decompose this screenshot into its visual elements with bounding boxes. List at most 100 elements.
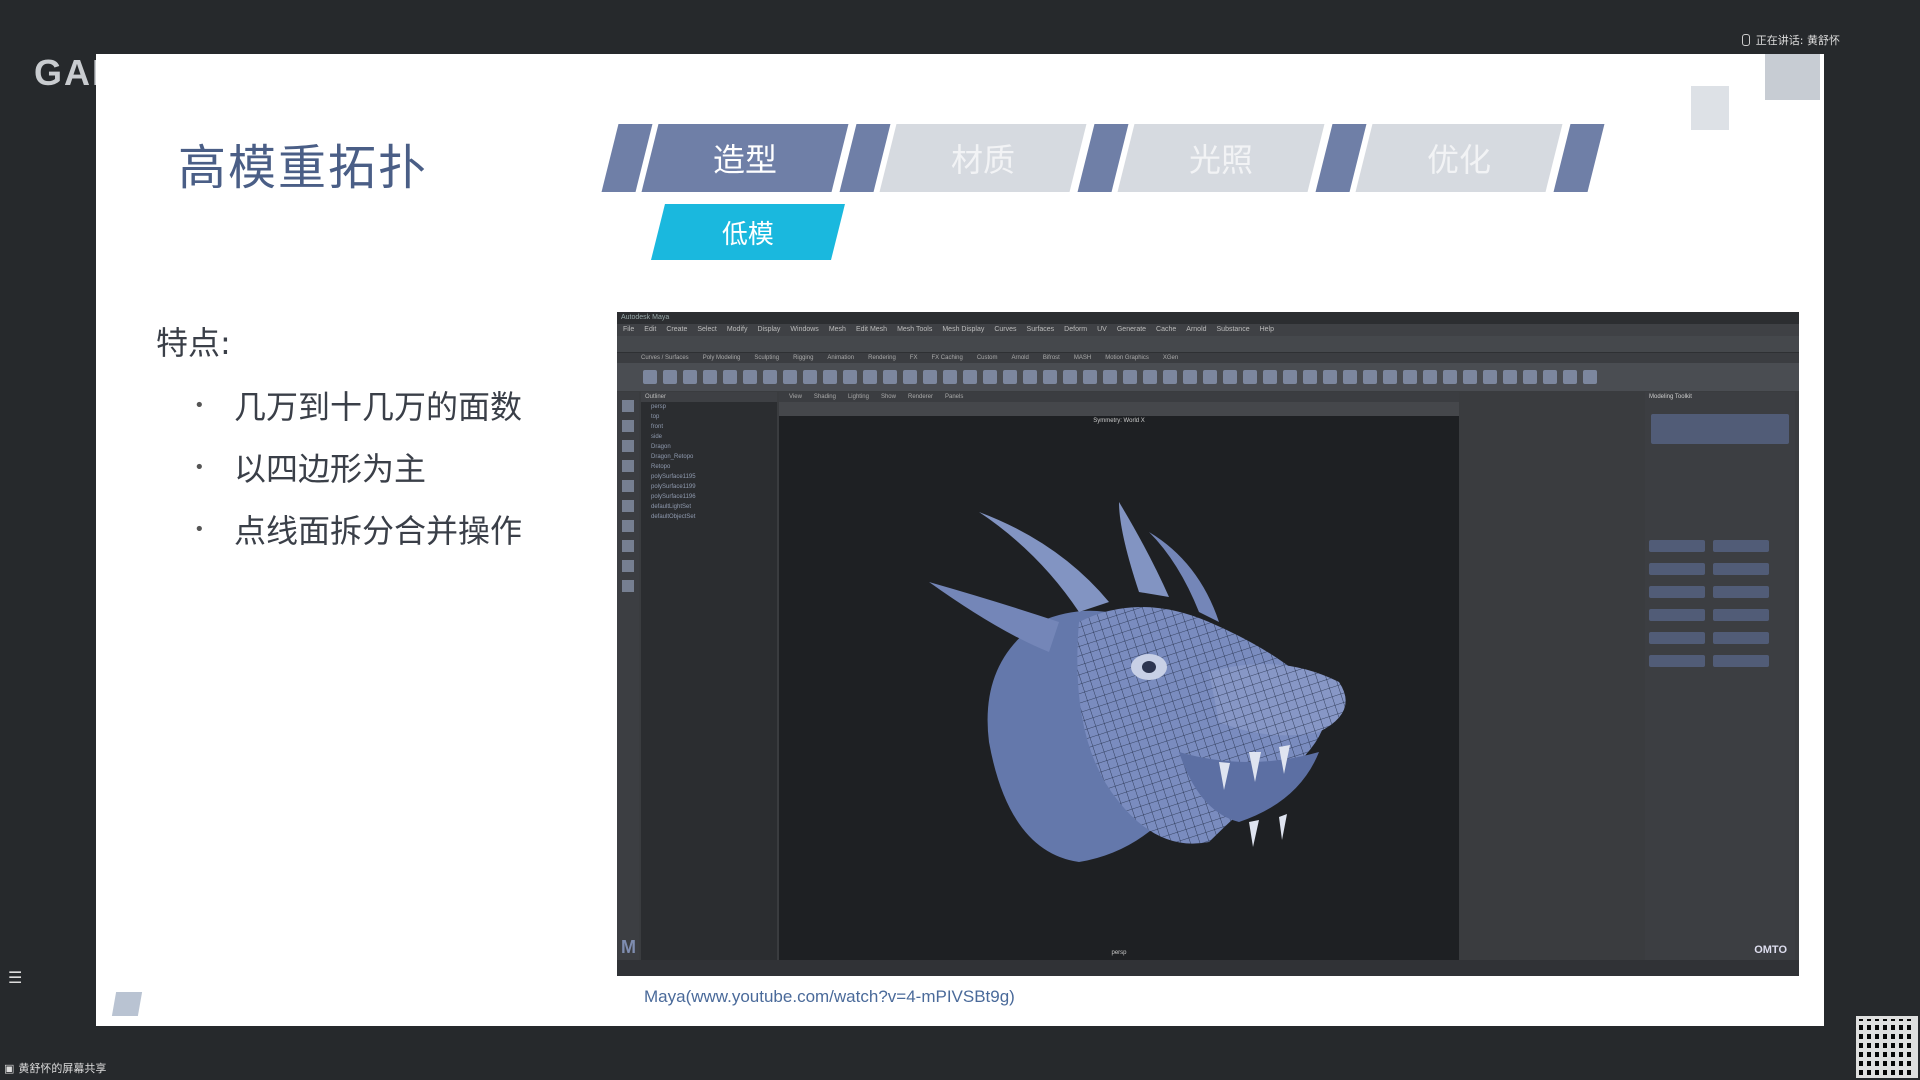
tab-material[interactable]: 材质 bbox=[879, 124, 1087, 192]
maya-menu-item[interactable]: Deform bbox=[1064, 324, 1087, 336]
maya-shelf-tab[interactable]: Custom bbox=[977, 353, 998, 363]
maya-menu-item[interactable]: UV bbox=[1097, 324, 1107, 336]
shelf-tool-icon[interactable] bbox=[1523, 370, 1537, 384]
shelf-tool-icon[interactable] bbox=[1063, 370, 1077, 384]
outliner-item[interactable]: Dragon bbox=[641, 442, 777, 452]
shelf-tool-icon[interactable] bbox=[1283, 370, 1297, 384]
viewport-menu-item[interactable]: View bbox=[789, 392, 802, 402]
viewport-menu-item[interactable]: Panels bbox=[945, 392, 963, 402]
shelf-tool-icon[interactable] bbox=[1343, 370, 1357, 384]
tab-optimization[interactable]: 优化 bbox=[1355, 124, 1563, 192]
outliner-item[interactable]: persp bbox=[641, 402, 777, 412]
outliner-item[interactable]: Retopo bbox=[641, 462, 777, 472]
maya-menu-item[interactable]: Windows bbox=[790, 324, 818, 336]
shelf-tool-icon[interactable] bbox=[1103, 370, 1117, 384]
shelf-tool-icon[interactable] bbox=[1243, 370, 1257, 384]
shelf-tool-icon[interactable] bbox=[1583, 370, 1597, 384]
shelf-tool-icon[interactable] bbox=[1143, 370, 1157, 384]
shelf-tool-icon[interactable] bbox=[1023, 370, 1037, 384]
shelf-tool-icon[interactable] bbox=[1463, 370, 1477, 384]
maya-shelf-tab[interactable]: FX bbox=[910, 353, 918, 363]
viewport-menu-item[interactable]: Renderer bbox=[908, 392, 933, 402]
shelf-tool-icon[interactable] bbox=[783, 370, 797, 384]
shelf-tool-icon[interactable] bbox=[1183, 370, 1197, 384]
viewport-menu-item[interactable]: Show bbox=[881, 392, 896, 402]
shelf-tool-icon[interactable] bbox=[1363, 370, 1377, 384]
shelf-tool-icon[interactable] bbox=[963, 370, 977, 384]
maya-shelf-tab[interactable]: Arnold bbox=[1012, 353, 1029, 363]
shelf-tool-icon[interactable] bbox=[1403, 370, 1417, 384]
maya-menu-item[interactable]: Mesh Tools bbox=[897, 324, 932, 336]
maya-shelf-tab[interactable]: FX Caching bbox=[931, 353, 962, 363]
shelf-tool-icon[interactable] bbox=[843, 370, 857, 384]
outliner-item[interactable]: side bbox=[641, 432, 777, 442]
shelf-tool-icon[interactable] bbox=[723, 370, 737, 384]
shelf-tool-icon[interactable] bbox=[1083, 370, 1097, 384]
shelf-tool-icon[interactable] bbox=[943, 370, 957, 384]
outliner-item[interactable]: Dragon_Retopo bbox=[641, 452, 777, 462]
shelf-tool-icon[interactable] bbox=[763, 370, 777, 384]
maya-menu-item[interactable]: Substance bbox=[1217, 324, 1250, 336]
shelf-tool-icon[interactable] bbox=[863, 370, 877, 384]
outliner-item[interactable]: polySurface1199 bbox=[641, 482, 777, 492]
maya-menu-item[interactable]: Select bbox=[697, 324, 716, 336]
maya-shelf-tab[interactable]: Rigging bbox=[793, 353, 813, 363]
shelf-tool-icon[interactable] bbox=[663, 370, 677, 384]
maya-shelf-tab[interactable]: XGen bbox=[1163, 353, 1178, 363]
shelf-tool-icon[interactable] bbox=[1443, 370, 1457, 384]
shelf-tool-icon[interactable] bbox=[1163, 370, 1177, 384]
shelf-tool-icon[interactable] bbox=[743, 370, 757, 384]
shelf-tool-icon[interactable] bbox=[903, 370, 917, 384]
viewport-menu-item[interactable]: Lighting bbox=[848, 392, 869, 402]
outliner-item[interactable]: front bbox=[641, 422, 777, 432]
shelf-tool-icon[interactable] bbox=[883, 370, 897, 384]
maya-shelf-tab[interactable]: MASH bbox=[1074, 353, 1091, 363]
shelf-tool-icon[interactable] bbox=[1223, 370, 1237, 384]
maya-menu-item[interactable]: Arnold bbox=[1186, 324, 1206, 336]
maya-menu-item[interactable]: Mesh bbox=[829, 324, 846, 336]
maya-menu-item[interactable]: Curves bbox=[994, 324, 1016, 336]
maya-shelf-tab[interactable]: Poly Modeling bbox=[703, 353, 741, 363]
shelf-tool-icon[interactable] bbox=[1503, 370, 1517, 384]
outliner-item[interactable]: polySurface1196 bbox=[641, 492, 777, 502]
outliner-item[interactable]: polySurface1195 bbox=[641, 472, 777, 482]
viewport-menu-item[interactable]: Shading bbox=[814, 392, 836, 402]
maya-shelf-tab[interactable]: Motion Graphics bbox=[1105, 353, 1149, 363]
maya-shelf-tab[interactable]: Sculpting bbox=[754, 353, 779, 363]
subtab-low-poly[interactable]: 低模 bbox=[651, 204, 845, 260]
tab-lighting[interactable]: 光照 bbox=[1117, 124, 1325, 192]
outliner-item[interactable]: defaultLightSet bbox=[641, 502, 777, 512]
maya-menu-item[interactable]: Generate bbox=[1117, 324, 1146, 336]
shelf-tool-icon[interactable] bbox=[1263, 370, 1277, 384]
shelf-tool-icon[interactable] bbox=[703, 370, 717, 384]
shelf-tool-icon[interactable] bbox=[803, 370, 817, 384]
maya-menu-item[interactable]: Help bbox=[1260, 324, 1274, 336]
shelf-tool-icon[interactable] bbox=[1323, 370, 1337, 384]
shelf-tool-icon[interactable] bbox=[1383, 370, 1397, 384]
maya-shelf-tab[interactable]: Bifrost bbox=[1043, 353, 1060, 363]
maya-menu-item[interactable]: Edit Mesh bbox=[856, 324, 887, 336]
shelf-tool-icon[interactable] bbox=[1563, 370, 1577, 384]
maya-shelf-tab[interactable]: Rendering bbox=[868, 353, 896, 363]
shelf-tool-icon[interactable] bbox=[923, 370, 937, 384]
list-menu-icon[interactable]: ☰ bbox=[8, 968, 22, 987]
maya-menu-item[interactable]: Modify bbox=[727, 324, 748, 336]
maya-menu-item[interactable]: Surfaces bbox=[1027, 324, 1055, 336]
maya-menu-item[interactable]: Edit bbox=[644, 324, 656, 336]
maya-menu-item[interactable]: Display bbox=[757, 324, 780, 336]
tab-modeling[interactable]: 造型 bbox=[641, 124, 849, 192]
shelf-tool-icon[interactable] bbox=[1003, 370, 1017, 384]
shelf-tool-icon[interactable] bbox=[1123, 370, 1137, 384]
outliner-item[interactable]: top bbox=[641, 412, 777, 422]
shelf-tool-icon[interactable] bbox=[1483, 370, 1497, 384]
maya-menu-item[interactable]: Create bbox=[666, 324, 687, 336]
shelf-tool-icon[interactable] bbox=[1043, 370, 1057, 384]
maya-menu-item[interactable]: Cache bbox=[1156, 324, 1176, 336]
maya-menu-item[interactable]: Mesh Display bbox=[942, 324, 984, 336]
shelf-tool-icon[interactable] bbox=[1303, 370, 1317, 384]
maya-menu-item[interactable]: File bbox=[623, 324, 634, 336]
shelf-tool-icon[interactable] bbox=[643, 370, 657, 384]
shelf-tool-icon[interactable] bbox=[1543, 370, 1557, 384]
shelf-tool-icon[interactable] bbox=[1423, 370, 1437, 384]
shelf-tool-icon[interactable] bbox=[823, 370, 837, 384]
